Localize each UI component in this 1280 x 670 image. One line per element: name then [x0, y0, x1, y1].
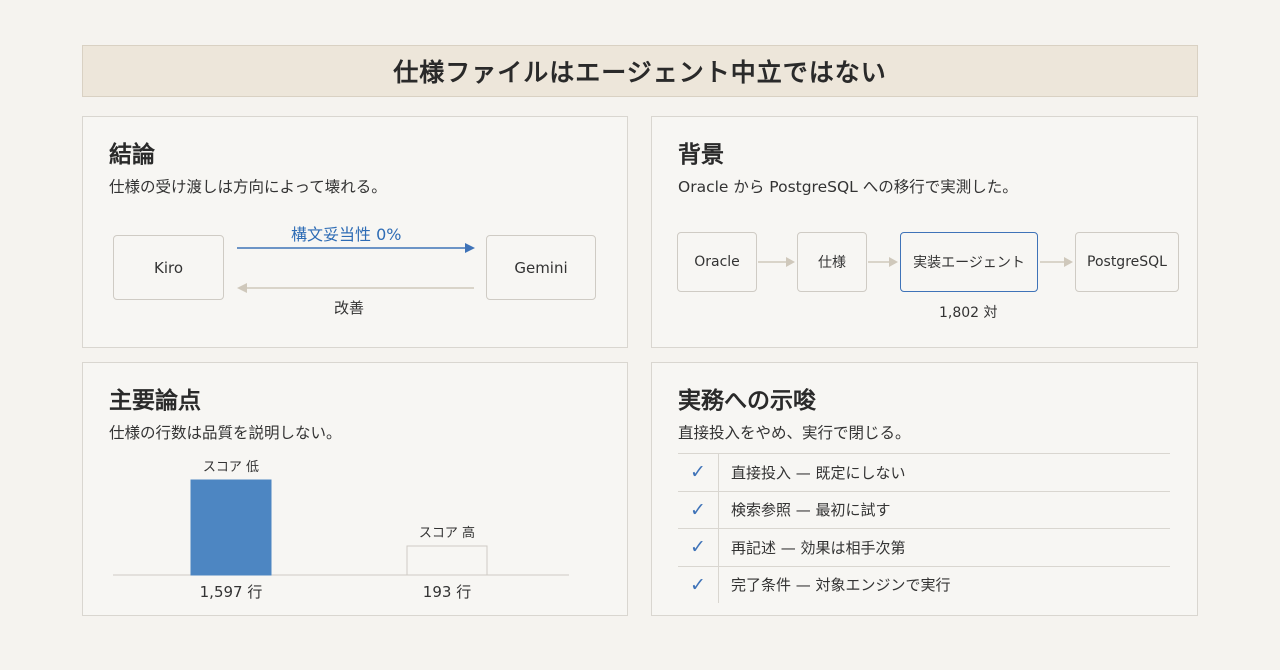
- check-icon: ✓: [678, 491, 719, 528]
- forward-label: 構文妥当性 0%: [291, 225, 402, 244]
- check-icon: ✓: [678, 566, 719, 603]
- bar-annotation-1: スコア 高: [419, 525, 475, 541]
- page-title: 仕様ファイルはエージェント中立ではない: [82, 45, 1198, 97]
- backward-arrow-head: [237, 283, 247, 293]
- bar-0: [190, 479, 272, 576]
- bar-annotation-0: スコア 低: [203, 460, 259, 475]
- points-panel: 主要論点 仕様の行数は品質を説明しない。 スコア 低 1,597 行スコア 高 19…: [82, 362, 628, 616]
- backward-label: 改善: [334, 299, 365, 317]
- check-item-text: 直接投入 — 既定にしない: [731, 463, 906, 482]
- practice-subtitle: 直接投入をやめ、実行で閉じる。: [678, 424, 911, 442]
- practice-check-list: ✓ 直接投入 — 既定にしない ✓ 検索参照 — 最初に試す ✓ 再記述 — 効…: [678, 453, 1170, 603]
- conclusion-panel: 結論 仕様の受け渡しは方向によって壊れる。 Kiro Gemini 構文妥当性 …: [82, 116, 628, 348]
- pair-count: 1,802 対: [939, 305, 998, 321]
- line-count-bar-chart: スコア 低 1,597 行 スコア 高 193 行: [113, 460, 569, 601]
- bar-category-label-0: 1,597 行: [200, 583, 263, 601]
- check-item: ✓ 完了条件 — 対象エンジンで実行: [678, 565, 1170, 603]
- check-item: ✓ 再記述 — 効果は相手次第: [678, 528, 1170, 566]
- check-icon: ✓: [678, 529, 719, 566]
- bar-category-label-1: 193 行: [423, 583, 471, 601]
- practice-panel: 実務への示唆 直接投入をやめ、実行で閉じる。 ✓ 直接投入 — 既定にしない ✓…: [651, 362, 1198, 616]
- background-panel: 背景 Oracle から PostgreSQL への移行で実測した。 Oracl…: [651, 116, 1198, 348]
- check-icon: ✓: [678, 454, 719, 491]
- practice-heading: 実務への示唆: [678, 388, 816, 414]
- check-item: ✓ 直接投入 — 既定にしない: [678, 453, 1170, 491]
- flow-arrows: [758, 257, 1073, 267]
- bar-1: [406, 545, 488, 576]
- forward-arrow-head: [465, 243, 475, 253]
- check-item-text: 検索参照 — 最初に試す: [731, 501, 891, 520]
- check-item-text: 完了条件 — 対象エンジンで実行: [731, 576, 951, 595]
- check-item: ✓ 検索参照 — 最初に試す: [678, 490, 1170, 528]
- check-item-text: 再記述 — 効果は相手次第: [731, 538, 906, 557]
